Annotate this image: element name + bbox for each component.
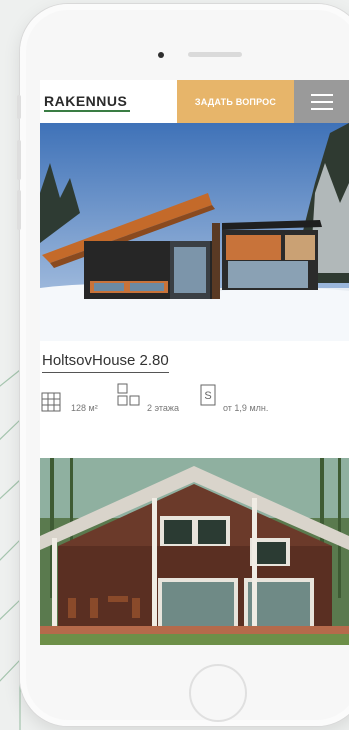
speaker-grille: [188, 52, 242, 57]
volume-up-button: [17, 140, 21, 180]
price-value: от 1,9 млн.: [223, 403, 269, 413]
price-icon: S: [200, 384, 216, 406]
site-logo[interactable]: RAKENNUS: [44, 93, 127, 109]
site-header: RAKENNUS ЗАДАТЬ ВОПРОС: [40, 80, 349, 123]
listing-specs: 128 м² 2 этажа S от 1,9 млн.: [40, 383, 349, 414]
hamburger-menu-icon: [311, 101, 333, 103]
home-button[interactable]: [189, 664, 247, 722]
area-value: 128 м²: [71, 403, 98, 413]
app-screen: RAKENNUS ЗАДАТЬ ВОПРОС HoltsovHouse 2.80…: [40, 80, 349, 645]
logo-underline: [44, 110, 130, 112]
menu-button[interactable]: [294, 80, 349, 123]
camera-icon: [158, 52, 164, 58]
hamburger-menu-icon: [311, 108, 333, 110]
volume-down-button: [17, 190, 21, 230]
ask-question-button[interactable]: ЗАДАТЬ ВОПРОС: [177, 80, 294, 123]
area-grid-icon: [41, 392, 61, 412]
svg-text:S: S: [204, 390, 211, 402]
house-photo[interactable]: [40, 458, 349, 645]
mute-switch: [17, 95, 21, 119]
floors-value: 2 этажа: [147, 403, 179, 413]
hamburger-menu-icon: [311, 94, 333, 96]
floors-icon: [117, 383, 140, 406]
listing-title[interactable]: HoltsovHouse 2.80: [42, 352, 169, 373]
house-photo[interactable]: [40, 123, 349, 341]
